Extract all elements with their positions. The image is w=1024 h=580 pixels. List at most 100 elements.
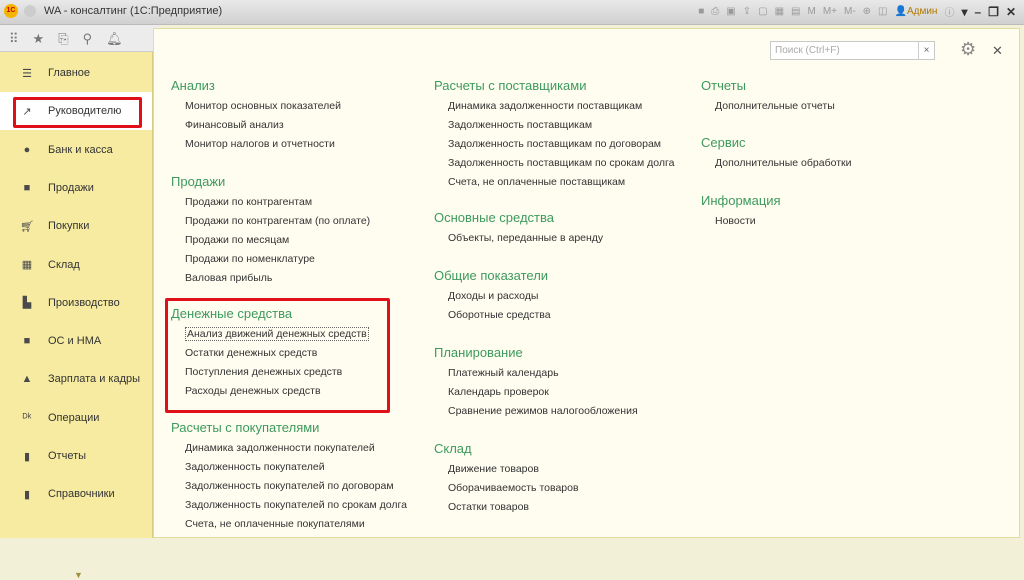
panel-icon[interactable]: ◫ [878,6,887,17]
nav-toolbar: ⠿ ★ ⎘ ⚲ 🔔︎ [0,25,160,52]
truck-icon: ■ [23,335,31,348]
upload-icon[interactable]: ⇪ [743,6,751,17]
section-title: Расчеты с покупателями [171,420,320,435]
report-link[interactable]: Календарь проверок [434,386,638,405]
report-link[interactable]: Задолженность покупателей по договорам [171,480,407,499]
restore-button[interactable]: ❐ [988,5,999,19]
apps-grid-icon[interactable]: ⠿ [9,31,19,51]
report-link[interactable]: Дополнительные отчеты [701,100,835,119]
sidebar-item[interactable]: ■ Продажи [0,169,152,207]
scroll-down-icon[interactable]: ▼ [74,570,83,580]
section-title: Планирование [434,345,523,360]
report-link[interactable]: Продажи по номенклатуре [171,253,370,272]
sidebar-item[interactable]: ■ ОС и НМА [0,322,152,360]
book-icon: ▮ [23,488,31,501]
dt-kt-icon: ᴰᵏ [22,411,32,424]
report-link[interactable]: Счета, не оплаченные покупателями [171,518,407,537]
copy-icon[interactable]: ▢ [758,6,767,17]
preview-icon[interactable]: ▣ [726,6,735,17]
favorites-star-icon[interactable]: ★ [33,31,45,51]
report-link[interactable]: Объекты, переданные в аренду [434,232,603,251]
report-link[interactable]: Продажи по контрагентам [171,196,370,215]
report-link[interactable]: Счета, не оплаченные поставщикам [434,176,674,195]
sidebar-item[interactable]: ▲ Зарплата и кадры [0,360,152,398]
report-link[interactable]: Продажи по месяцам [171,234,370,253]
history-icon[interactable]: ⎘ [58,31,68,51]
report-link[interactable]: Оборачиваемость товаров [434,482,579,501]
report-link[interactable]: Финансовый анализ [171,119,341,138]
report-link[interactable]: Платежный календарь [434,367,638,386]
memory-button[interactable]: M [807,6,815,17]
search-input[interactable]: Поиск (Ctrl+F) × [770,41,935,60]
sidebar-item[interactable]: ▮ Справочники [0,475,152,513]
report-link[interactable]: Монитор основных показателей [171,100,341,119]
section-title: Общие показатели [434,268,549,283]
app-logo-icon: 1C [4,4,18,18]
info-icon[interactable]: ⓘ [944,4,954,19]
print-icon[interactable]: ⎙ [711,6,719,17]
section-title: Основные средства [434,210,554,225]
report-link[interactable]: Динамика задолженности поставщикам [434,100,674,119]
sidebar-item-label: Отчеты [48,450,87,462]
calculator-icon[interactable]: ▤ [791,6,800,17]
report-link[interactable]: Оборотные средства [434,309,551,328]
report-link[interactable]: Валовая прибыль [171,272,370,291]
section-group: Анализ Монитор основных показателей Финанс… [171,78,341,157]
section-title: Склад [434,441,472,456]
bell-icon[interactable]: 🔔︎ [106,31,123,51]
window-menu-button[interactable] [24,5,36,17]
sidebar-item-label: Операции [48,411,100,424]
function-panel: Поиск (Ctrl+F) × ⚙ ✕ Анализ Монитор основн… [153,28,1020,538]
sidebar-item[interactable]: ● Банк и касса [0,131,152,169]
report-link[interactable]: Новости [701,215,781,234]
report-link[interactable]: Доходы и расходы [434,290,551,309]
report-link[interactable]: Задолженность покупателей по срокам долг… [171,499,407,518]
section-group: Сервис Дополнительные обработки [701,135,851,176]
user-button[interactable]: 👤Админ [895,6,938,17]
sidebar-item-label: Склад [48,258,80,271]
title-toolbar: ■ ⎙ ▣ ⇪ ▢ ▦ ▤ M M+ M- ⊕ ◫ 👤Админ ⓘ ▾ – ❐… [698,4,1016,20]
window-title: WA - консалтинг (1С:Предприятие) [44,5,223,17]
report-link[interactable]: Задолженность поставщикам по срокам долг… [434,157,674,176]
gear-icon[interactable]: ⚙ [960,39,976,60]
search-icon[interactable]: ⚲ [83,31,93,51]
ruble-icon: ● [23,143,31,156]
zoom-icon[interactable]: ⊕ [863,6,871,17]
sidebar-item[interactable]: ▮ Отчеты [0,437,152,475]
section-group: Планирование Платежный календарь Календарь… [434,345,638,424]
minimize-button[interactable]: – [974,5,981,19]
title-bar: 1C WA - консалтинг (1С:Предприятие) ■ ⎙ … [0,0,1024,25]
section-title: Сервис [701,135,746,150]
close-panel-button[interactable]: ✕ [992,43,1003,59]
sidebar-item[interactable]: ▦ Склад [0,246,152,284]
report-link[interactable]: Продажи по контрагентам (по оплате) [171,215,370,234]
grid-icon: ▦ [21,259,33,271]
section-group: Расчеты с поставщиками Динамика задолженн… [434,78,674,195]
sidebar-item-label: ОС и НМА [48,335,102,348]
report-link[interactable]: Задолженность поставщикам по договорам [434,138,674,157]
sidebar-item[interactable]: ☰ Главное [0,54,152,92]
memory-minus-button[interactable]: M- [844,6,856,17]
sidebar-item[interactable]: ᴰᵏ Операции [0,399,152,437]
memory-plus-button[interactable]: M+ [823,6,837,17]
calendar-icon[interactable]: ▦ [775,6,784,17]
report-link[interactable]: Остатки товаров [434,501,579,520]
report-link[interactable]: Сравнение режимов налогообложения [434,405,638,424]
close-window-button[interactable]: ✕ [1006,5,1016,19]
report-link[interactable]: Дополнительные обработки [701,157,851,176]
sidebar-item-label: Покупки [48,220,90,233]
clear-search-button[interactable]: × [918,41,934,60]
report-link[interactable]: Монитор налогов и отчетности [171,138,341,157]
report-link[interactable]: Задолженность покупателей [171,461,407,480]
sidebar-item[interactable]: 🛒︎ Покупки [0,207,152,245]
report-link[interactable]: Динамика задолженности покупателей [171,442,407,461]
report-link[interactable]: Задолженность поставщикам [434,119,674,138]
menu-icon: ☰ [22,67,32,80]
report-link[interactable]: Движение товаров [434,463,579,482]
save-icon[interactable]: ■ [698,6,704,17]
dropdown-icon[interactable]: ▾ [961,5,967,19]
highlight-box [13,97,142,128]
sidebar-item[interactable]: ▙ Производство [0,284,152,322]
section-title: Отчеты [701,78,746,93]
section-group: Склад Движение товаров Оборачиваемость тов… [434,441,579,520]
